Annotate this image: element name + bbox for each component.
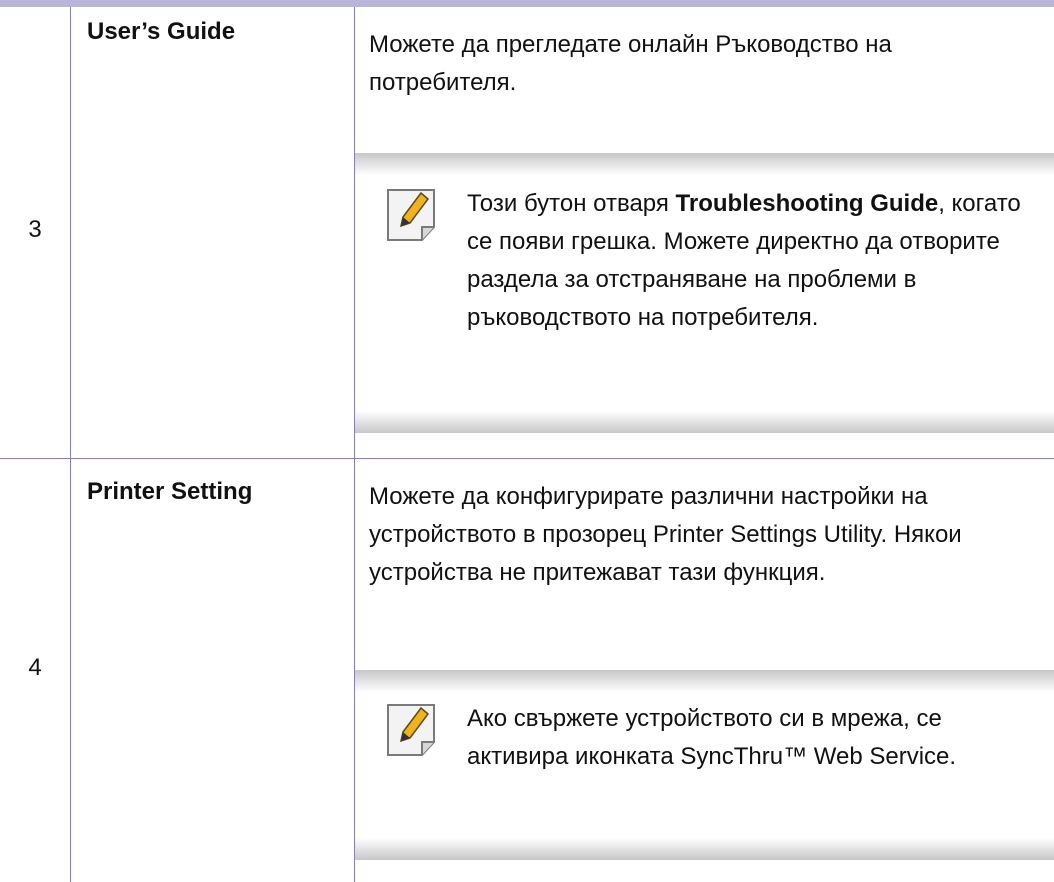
row-number: 3 <box>28 216 42 243</box>
feature-name: User’s Guide <box>87 18 236 45</box>
note-text: Ако свържете устройството си в мрежа, се… <box>467 705 957 770</box>
feature-description: Можете да конфигурирате различни настрой… <box>369 483 962 586</box>
note-box: Този бутон отваря Troubleshooting Guide,… <box>355 153 1054 433</box>
feature-description: Можете да прегледате онлайн Ръководство … <box>369 31 892 96</box>
row-number: 4 <box>28 654 42 681</box>
note-box: Ако свържете устройството си в мрежа, се… <box>355 670 1054 860</box>
column-divider <box>70 7 71 882</box>
note-text-start: Този бутон отваря <box>467 190 676 217</box>
table-top-bar <box>0 0 1054 7</box>
feature-name: Printer Setting <box>87 478 253 505</box>
note-text: Този бутон отваря Troubleshooting Guide,… <box>467 185 1037 337</box>
note-pencil-icon <box>385 187 437 248</box>
note-text-bold: Troubleshooting Guide <box>675 190 939 217</box>
row-divider <box>0 458 1054 459</box>
note-pencil-icon <box>385 702 437 763</box>
